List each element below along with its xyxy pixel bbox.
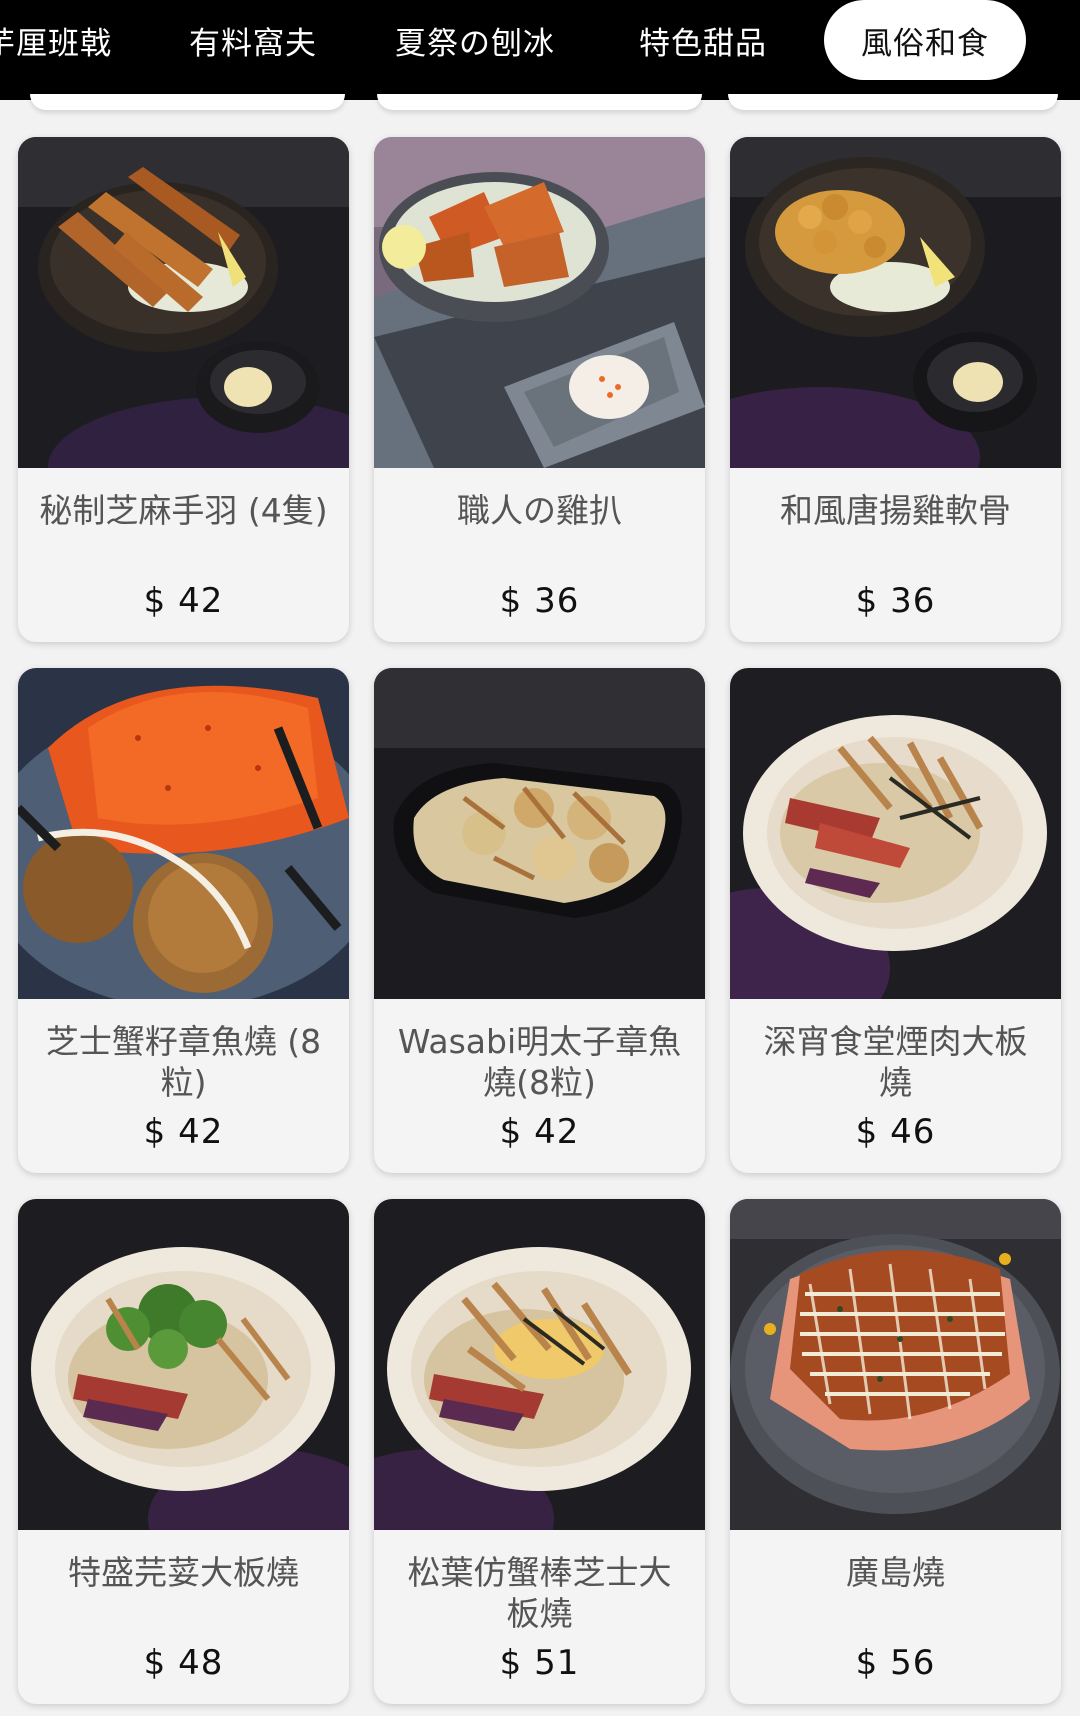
- menu-item-card[interactable]: 松葉仿蟹棒芝士大板燒 $ 51: [374, 1199, 705, 1704]
- item-name: 廣島燒: [846, 1553, 945, 1592]
- menu-item-card[interactable]: 芝士蟹籽章魚燒 (8粒) $ 42: [18, 668, 349, 1173]
- tab-japanese-food[interactable]: 風俗和食: [824, 0, 1026, 80]
- item-name: 芝士蟹籽章魚燒 (8粒): [45, 1022, 322, 1102]
- food-photo: [374, 1199, 705, 1530]
- tab-shaved-ice[interactable]: 夏祭の刨冰: [390, 0, 560, 80]
- item-price: $ 36: [855, 581, 936, 621]
- food-photo: [374, 137, 705, 468]
- menu-item-card[interactable]: 職人の雞扒 $ 36: [374, 137, 705, 642]
- item-name: Wasabi明太子章魚燒(8粒): [397, 1022, 682, 1102]
- item-name: 職人の雞扒: [457, 491, 622, 530]
- food-photo: [730, 137, 1061, 468]
- menu-item-card[interactable]: Wasabi明太子章魚燒(8粒) $ 42: [374, 668, 705, 1173]
- menu-item-card[interactable]: 深宵食堂煙肉大板燒 $ 46: [730, 668, 1061, 1173]
- item-name: 特盛芫荽大板燒: [68, 1553, 299, 1592]
- food-photo: [374, 668, 705, 999]
- item-price: $ 46: [855, 1112, 936, 1152]
- food-photo: [730, 668, 1061, 999]
- card-previous-row: [728, 94, 1058, 110]
- item-price: $ 42: [143, 1112, 224, 1152]
- tab-taro-crepe[interactable]: 芋厘班戟: [0, 0, 111, 80]
- food-photo: [18, 668, 349, 999]
- item-price: $ 51: [499, 1643, 580, 1683]
- tab-waffle[interactable]: 有料窩夫: [178, 0, 328, 80]
- item-price: $ 36: [499, 581, 580, 621]
- menu-item-card[interactable]: 秘制芝麻手羽 (4隻) $ 42: [18, 137, 349, 642]
- item-price: $ 42: [143, 581, 224, 621]
- item-name: 和風唐揚雞軟骨: [780, 491, 1011, 530]
- category-tab-bar: 芋厘班戟 有料窩夫 夏祭の刨冰 特色甜品 風俗和食: [0, 0, 1080, 100]
- item-name: 松葉仿蟹棒芝士大板燒: [407, 1553, 672, 1633]
- food-photo: [730, 1199, 1061, 1530]
- item-name: 秘制芝麻手羽 (4隻): [39, 491, 328, 530]
- card-previous-row: [377, 94, 702, 110]
- food-photo: [18, 137, 349, 468]
- menu-item-card[interactable]: 和風唐揚雞軟骨 $ 36: [730, 137, 1061, 642]
- item-price: $ 42: [499, 1112, 580, 1152]
- item-name: 深宵食堂煙肉大板燒: [763, 1022, 1028, 1102]
- item-price: $ 56: [855, 1643, 936, 1683]
- food-photo: [18, 1199, 349, 1530]
- menu-item-card[interactable]: 特盛芫荽大板燒 $ 48: [18, 1199, 349, 1704]
- item-price: $ 48: [143, 1643, 224, 1683]
- card-previous-row: [30, 94, 345, 110]
- tab-desserts[interactable]: 特色甜品: [628, 0, 778, 80]
- menu-item-card[interactable]: 廣島燒 $ 56: [730, 1199, 1061, 1704]
